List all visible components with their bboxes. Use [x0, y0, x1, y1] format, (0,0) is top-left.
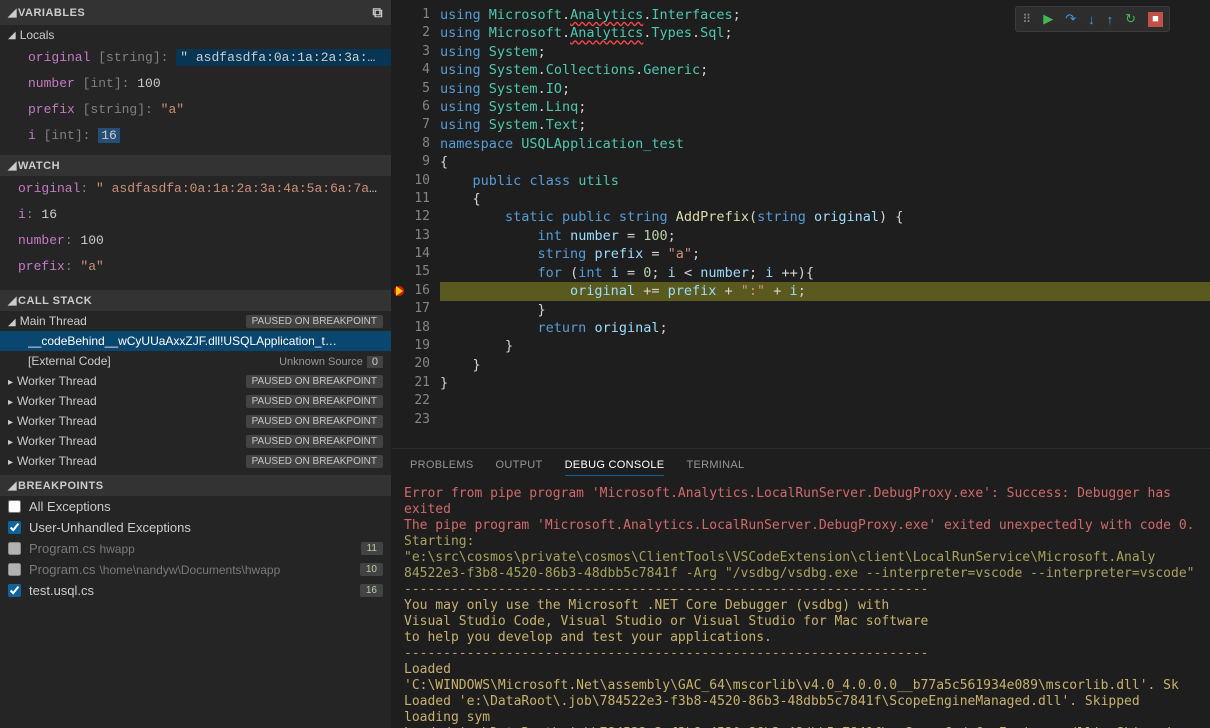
watch-original[interactable]: original: " asdfasdfa:0a:1a:2a:3a:4a:5a:…: [0, 176, 391, 202]
breakpoint-item[interactable]: Program.cshwapp11: [0, 538, 391, 559]
tab-terminal[interactable]: TERMINAL: [686, 455, 744, 476]
breakpoints-header[interactable]: ◢BREAKPOINTS: [0, 475, 391, 496]
worker-thread[interactable]: ▸Worker ThreadPAUSED ON BREAKPOINT: [0, 451, 391, 471]
tab-problems[interactable]: PROBLEMS: [410, 455, 474, 476]
var-original[interactable]: original [string]: " asdfasdfa:0a:1a:2a:…: [0, 45, 391, 71]
var-number[interactable]: number [int]: 100: [0, 71, 391, 97]
continue-button[interactable]: ▶: [1043, 11, 1053, 27]
breakpoint-item[interactable]: All Exceptions: [0, 496, 391, 517]
tab-output[interactable]: OUTPUT: [496, 455, 543, 476]
step-out-button[interactable]: ↑: [1107, 12, 1114, 27]
breakpoint-item[interactable]: User-Unhandled Exceptions: [0, 517, 391, 538]
variables-header[interactable]: ◢VARIABLES ⧉: [0, 0, 391, 25]
editor-main: 1234567891011121314151617181920212223 us…: [392, 0, 1210, 728]
stack-frame-0[interactable]: __codeBehind__wCyUUaAxxZJF.dll!USQLAppli…: [0, 331, 391, 351]
locals-group[interactable]: ◢Locals: [0, 25, 391, 45]
watch-number[interactable]: number: 100: [0, 228, 391, 254]
bottom-panel: PROBLEMS OUTPUT DEBUG CONSOLE TERMINAL E…: [392, 448, 1210, 728]
line-gutter: 1234567891011121314151617181920212223: [392, 0, 440, 448]
worker-thread[interactable]: ▸Worker ThreadPAUSED ON BREAKPOINT: [0, 431, 391, 451]
breakpoint-item[interactable]: Program.cs\home\nandyw\Documents\hwapp10: [0, 559, 391, 580]
stack-frame-1[interactable]: [External Code] Unknown Source0: [0, 351, 391, 371]
drag-handle-icon[interactable]: ⠿: [1022, 12, 1031, 26]
watch-prefix[interactable]: prefix: "a": [0, 254, 391, 280]
main-thread[interactable]: ◢Main Thread PAUSED ON BREAKPOINT: [0, 311, 391, 331]
debug-toolbar[interactable]: ⠿ ▶ ↷ ↓ ↑ ↻ ■: [1015, 6, 1170, 32]
breakpoint-checkbox[interactable]: [8, 500, 21, 513]
breakpoint-checkbox[interactable]: [8, 584, 21, 597]
watch-i[interactable]: i: 16: [0, 202, 391, 228]
var-prefix[interactable]: prefix [string]: "a": [0, 97, 391, 123]
collapse-all-icon[interactable]: ⧉: [373, 4, 384, 21]
code-body[interactable]: using Microsoft.Analytics.Interfaces;usi…: [440, 0, 1210, 448]
step-over-button[interactable]: ↷: [1065, 11, 1076, 27]
code-editor[interactable]: 1234567891011121314151617181920212223 us…: [392, 0, 1210, 448]
var-i[interactable]: i [int]: 16: [0, 123, 391, 149]
breakpoint-checkbox[interactable]: [8, 542, 21, 555]
worker-thread[interactable]: ▸Worker ThreadPAUSED ON BREAKPOINT: [0, 391, 391, 411]
breakpoint-checkbox[interactable]: [8, 521, 21, 534]
stop-button[interactable]: ■: [1148, 12, 1163, 27]
tab-debug-console[interactable]: DEBUG CONSOLE: [565, 455, 665, 476]
worker-thread[interactable]: ▸Worker ThreadPAUSED ON BREAKPOINT: [0, 411, 391, 431]
restart-button[interactable]: ↻: [1125, 11, 1136, 27]
debug-sidebar: ◢VARIABLES ⧉ ◢Locals original [string]: …: [0, 0, 392, 728]
callstack-header[interactable]: ◢CALL STACK: [0, 290, 391, 311]
breakpoint-checkbox[interactable]: [8, 563, 21, 576]
watch-header[interactable]: ◢WATCH: [0, 155, 391, 176]
debug-console-output[interactable]: Error from pipe program 'Microsoft.Analy…: [392, 482, 1210, 728]
breakpoint-item[interactable]: test.usql.cs16: [0, 580, 391, 601]
worker-thread[interactable]: ▸Worker ThreadPAUSED ON BREAKPOINT: [0, 371, 391, 391]
step-into-button[interactable]: ↓: [1088, 12, 1095, 27]
panel-tabs: PROBLEMS OUTPUT DEBUG CONSOLE TERMINAL: [392, 449, 1210, 482]
